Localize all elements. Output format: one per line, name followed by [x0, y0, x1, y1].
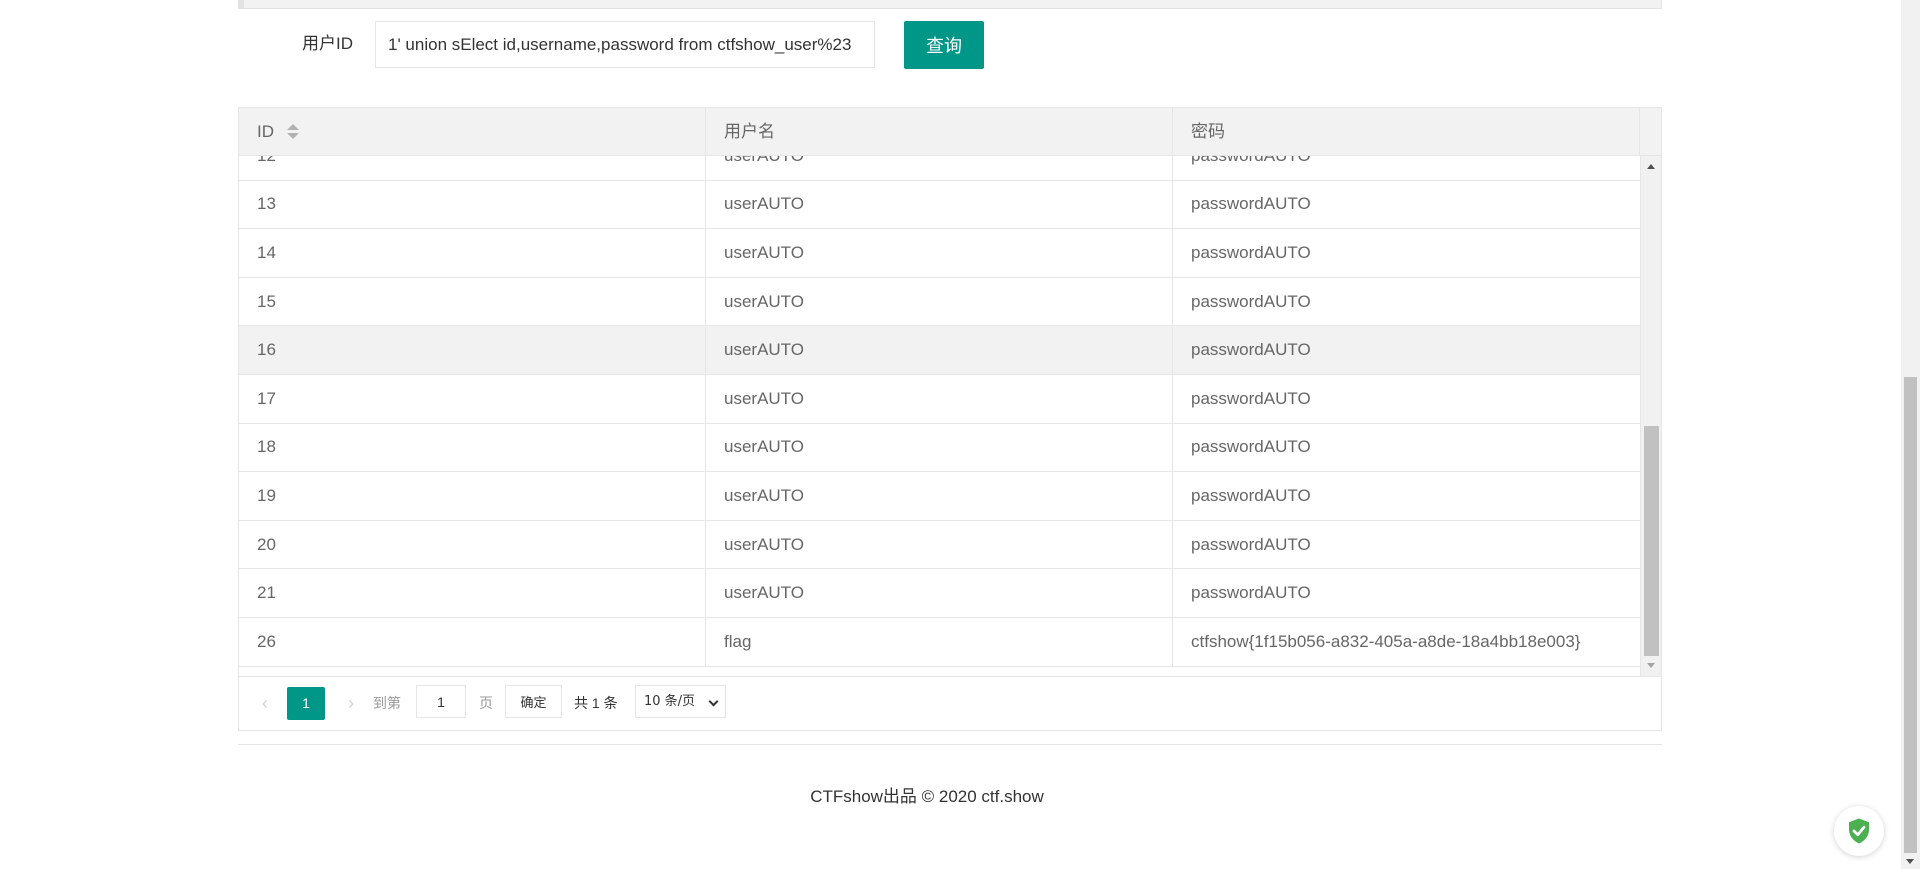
top-panel-edge: [238, 0, 1662, 9]
cell-password: passwordAUTO: [1191, 583, 1311, 603]
page-unit-label: 页: [479, 695, 493, 711]
cell-id: 15: [239, 277, 706, 326]
table-row[interactable]: 18 userAUTO passwordAUTO: [239, 423, 1640, 473]
table-scrollbar[interactable]: [1640, 156, 1661, 676]
scroll-up-arrow-icon[interactable]: [1647, 164, 1655, 169]
table-row[interactable]: 13 userAUTO passwordAUTO: [239, 180, 1640, 230]
pagination: ‹ 1 › 到第 页 确定 共 1 条 10 条/页: [239, 676, 1661, 730]
cell-password: ctfshow{1f15b056-a832-405a-a8de-18a4bb18…: [1191, 631, 1581, 651]
query-button[interactable]: 查询: [904, 21, 984, 69]
table-row[interactable]: 16 userAUTO passwordAUTO: [239, 326, 1640, 375]
chevron-down-icon: [708, 696, 719, 707]
cell-id: 18: [239, 423, 706, 472]
cell-password: passwordAUTO: [1191, 534, 1311, 554]
cell-id: 14: [239, 229, 706, 277]
cell-password: passwordAUTO: [1191, 291, 1311, 311]
cell-id: 13: [239, 180, 706, 229]
table-row[interactable]: 21 userAUTO passwordAUTO: [239, 569, 1640, 618]
cell-username: userAUTO: [706, 229, 1173, 277]
page-size-value: 10 条/页: [644, 694, 696, 709]
column-header-id[interactable]: ID: [239, 108, 706, 155]
user-id-input[interactable]: [375, 21, 875, 68]
column-header-label: ID: [257, 122, 274, 141]
cell-id: 12: [239, 156, 706, 180]
cell-password: passwordAUTO: [1191, 485, 1311, 505]
cell-username: userAUTO: [706, 156, 1173, 180]
cell-username: userAUTO: [706, 472, 1173, 520]
cell-username: userAUTO: [706, 326, 1173, 374]
column-header-username: 用户名: [706, 108, 1173, 155]
column-header-label: 用户名: [724, 122, 775, 141]
cell-password: passwordAUTO: [1191, 340, 1311, 360]
footer-text: CTFshow出品 © 2020 ctf.show: [810, 787, 1044, 806]
cell-id: 26: [239, 617, 706, 666]
table-row[interactable]: 12userAUTOpasswordAUTO: [239, 156, 1640, 181]
cell-password: passwordAUTO: [1191, 388, 1311, 408]
table-row[interactable]: 19 userAUTO passwordAUTO: [239, 472, 1640, 521]
sort-icon[interactable]: [287, 124, 299, 140]
scroll-down-arrow-icon[interactable]: [1647, 663, 1655, 668]
table-row[interactable]: 15 userAUTO passwordAUTO: [239, 277, 1640, 327]
cell-id: 20: [239, 520, 706, 569]
cell-username: userAUTO: [706, 277, 1173, 326]
scrollbar-thumb[interactable]: [1644, 426, 1659, 656]
page-scroll-down-arrow-icon[interactable]: [1906, 859, 1914, 864]
cell-password: passwordAUTO: [1173, 156, 1640, 180]
cell-password: passwordAUTO: [1191, 194, 1311, 214]
goto-page-input[interactable]: [416, 685, 466, 718]
user-id-label: 用户ID: [302, 34, 353, 53]
cell-username: flag: [706, 617, 1173, 666]
prev-page-icon[interactable]: ‹: [253, 691, 277, 715]
cell-id: 16: [239, 326, 706, 374]
divider: [238, 744, 1662, 745]
page-scrollbar[interactable]: [1901, 0, 1920, 869]
column-header-password: 密码: [1173, 108, 1640, 155]
cell-id: 17: [239, 374, 706, 423]
cell-password: passwordAUTO: [1191, 242, 1311, 262]
page-scrollbar-thumb[interactable]: [1904, 377, 1917, 853]
cell-username: userAUTO: [706, 423, 1173, 472]
table-rows: 12userAUTOpasswordAUTO13userAUTOpassword…: [239, 156, 1640, 667]
total-count: 共 1 条: [574, 695, 618, 711]
current-page-button[interactable]: 1: [287, 687, 325, 720]
cell-username: userAUTO: [706, 520, 1173, 569]
page-size-select[interactable]: 10 条/页: [635, 685, 726, 718]
cell-password: passwordAUTO: [1191, 437, 1311, 457]
cell-username: userAUTO: [706, 374, 1173, 423]
results-table: ID 用户名 密码 12userAUTOpasswordAUTO13userAU…: [238, 107, 1662, 731]
goto-label: 到第: [373, 695, 401, 711]
table-header: ID 用户名 密码: [239, 108, 1661, 156]
page: 用户ID 查询 ID 用户名 密码 12userAUTOpasswordAUTO…: [0, 0, 1920, 869]
security-shield-button[interactable]: [1834, 806, 1884, 856]
confirm-button[interactable]: 确定: [505, 685, 562, 718]
table-row[interactable]: 20 userAUTO passwordAUTO: [239, 520, 1640, 570]
cell-username: userAUTO: [706, 569, 1173, 617]
header-gutter: [1640, 108, 1661, 155]
cell-id: 19: [239, 472, 706, 520]
shield-check-icon: [1849, 818, 1869, 844]
table-body[interactable]: 12userAUTOpasswordAUTO13userAUTOpassword…: [239, 156, 1661, 676]
table-row[interactable]: 14 userAUTO passwordAUTO: [239, 229, 1640, 278]
table-row[interactable]: 26 flag ctfshow{1f15b056-a832-405a-a8de-18…: [239, 617, 1640, 667]
next-page-icon[interactable]: ›: [339, 691, 363, 715]
cell-username: userAUTO: [706, 180, 1173, 229]
table-row[interactable]: 17 userAUTO passwordAUTO: [239, 374, 1640, 424]
cell-id: 21: [239, 569, 706, 617]
column-header-label: 密码: [1191, 122, 1225, 141]
